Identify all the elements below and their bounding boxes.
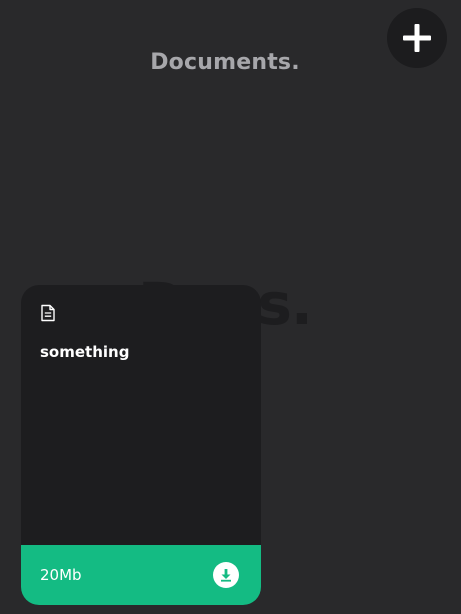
add-document-button[interactable] xyxy=(387,8,447,68)
page-title: Documents. xyxy=(150,50,300,75)
download-icon xyxy=(218,567,234,583)
file-size: 20Mb xyxy=(40,566,82,584)
card-footer: 20Mb xyxy=(21,545,261,605)
document-card[interactable]: something 20Mb xyxy=(21,285,261,605)
plus-icon xyxy=(401,22,433,54)
file-icon xyxy=(40,304,56,322)
document-name: something xyxy=(40,343,130,361)
download-button[interactable] xyxy=(213,562,239,588)
